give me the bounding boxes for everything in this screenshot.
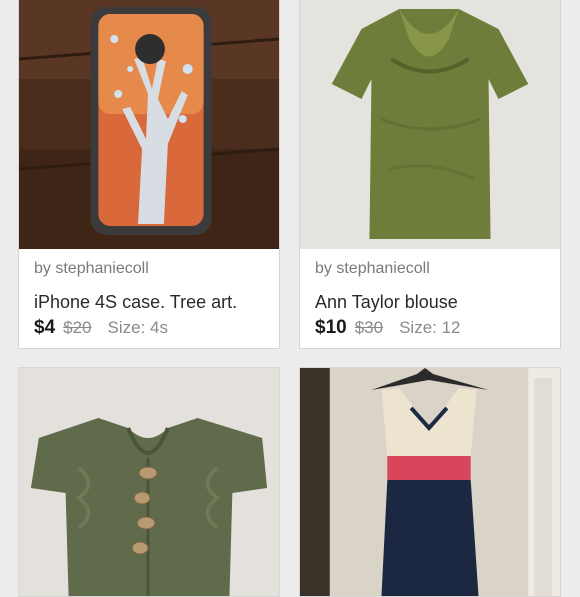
original-price: $30 bbox=[354, 318, 384, 337]
price: $4 bbox=[34, 317, 56, 338]
price-row: $10 $30 Size: 12 bbox=[315, 317, 545, 340]
listing-title[interactable]: iPhone 4S case. Tree art. bbox=[34, 291, 264, 313]
listing-card[interactable] bbox=[299, 367, 561, 597]
dress-on-hanger-photo[interactable] bbox=[300, 368, 560, 596]
size-label: Size: 12 bbox=[399, 318, 461, 337]
listing-card[interactable]: by stephaniecoll Ann Taylor blouse $10 $3… bbox=[299, 0, 561, 349]
size-label: Size: 4s bbox=[107, 318, 168, 337]
green-cardigan-photo[interactable] bbox=[19, 368, 279, 596]
original-price: $20 bbox=[63, 318, 92, 337]
seller-name[interactable]: by stephaniecoll bbox=[315, 259, 545, 279]
listing-card[interactable] bbox=[18, 367, 280, 597]
phone-case-photo[interactable] bbox=[19, 0, 279, 249]
green-blouse-photo[interactable] bbox=[300, 0, 560, 249]
price: $10 bbox=[315, 317, 347, 338]
listing-card[interactable]: by stephaniecoll iPhone 4S case. Tree ar… bbox=[18, 0, 280, 349]
price-row: $4 $20 Size: 4s bbox=[34, 317, 264, 340]
listing-title[interactable]: Ann Taylor blouse bbox=[315, 291, 545, 313]
seller-name[interactable]: by stephaniecoll bbox=[34, 259, 264, 279]
